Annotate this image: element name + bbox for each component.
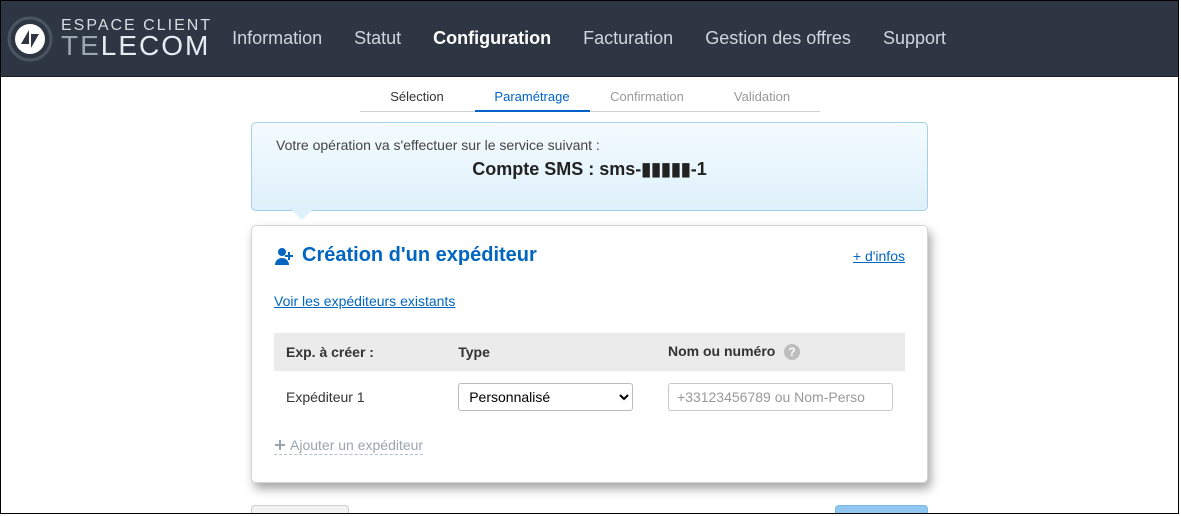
wizard-nav-buttons: Précédent Suivant — [251, 505, 928, 514]
row-label: Expéditeur 1 — [274, 371, 446, 417]
service-banner: Votre opération va s'effectuer sur le se… — [251, 122, 928, 211]
more-info-link[interactable]: + d'infos — [853, 248, 905, 264]
col-name: Nom ou numéro ? — [656, 333, 905, 371]
col-type: Type — [446, 333, 656, 371]
type-select[interactable]: Personnalisé — [458, 383, 633, 411]
wizard-step-confirmation: Confirmation — [590, 85, 705, 112]
nav-gestion-offres[interactable]: Gestion des offres — [705, 28, 851, 49]
add-sender-link[interactable]: Ajouter un expéditeur — [274, 437, 423, 455]
logo-icon — [7, 16, 53, 62]
card-title: Création d'un expéditeur — [274, 244, 537, 267]
col-exp: Exp. à créer : — [274, 333, 446, 371]
wizard-step-parametrage[interactable]: Paramétrage — [475, 85, 590, 112]
nav-facturation[interactable]: Facturation — [583, 28, 673, 49]
service-intro: Votre opération va s'effectuer sur le se… — [276, 137, 903, 153]
next-button[interactable]: Suivant — [835, 505, 928, 514]
main-nav: Information Statut Configuration Factura… — [232, 28, 946, 49]
help-icon[interactable]: ? — [783, 343, 801, 361]
logo-line2: TELECOM — [61, 32, 212, 60]
plus-icon — [274, 439, 286, 451]
top-bar: ESPACE CLIENT TELECOM Information Statut… — [1, 1, 1178, 77]
wizard-step-validation: Validation — [705, 85, 820, 112]
nav-information[interactable]: Information — [232, 28, 322, 49]
wizard-step-selection[interactable]: Sélection — [360, 85, 475, 112]
service-name: Compte SMS : sms-▮▮▮▮▮-1 — [276, 159, 903, 180]
table-row: Expéditeur 1 Personnalisé — [274, 371, 905, 417]
wizard-steps: Sélection Paramétrage Confirmation Valid… — [1, 77, 1178, 112]
svg-text:?: ? — [789, 345, 796, 359]
prev-button[interactable]: Précédent — [251, 505, 349, 514]
nav-statut[interactable]: Statut — [354, 28, 401, 49]
user-plus-icon — [274, 246, 294, 266]
sender-table: Exp. à créer : Type Nom ou numéro ? Expé… — [274, 333, 905, 417]
nav-support[interactable]: Support — [883, 28, 946, 49]
sender-card: Création d'un expéditeur + d'infos Voir … — [251, 225, 928, 483]
existing-senders-link[interactable]: Voir les expéditeurs existants — [274, 293, 455, 309]
name-or-number-input[interactable] — [668, 383, 893, 411]
nav-configuration[interactable]: Configuration — [433, 28, 551, 49]
logo: ESPACE CLIENT TELECOM — [7, 16, 212, 62]
